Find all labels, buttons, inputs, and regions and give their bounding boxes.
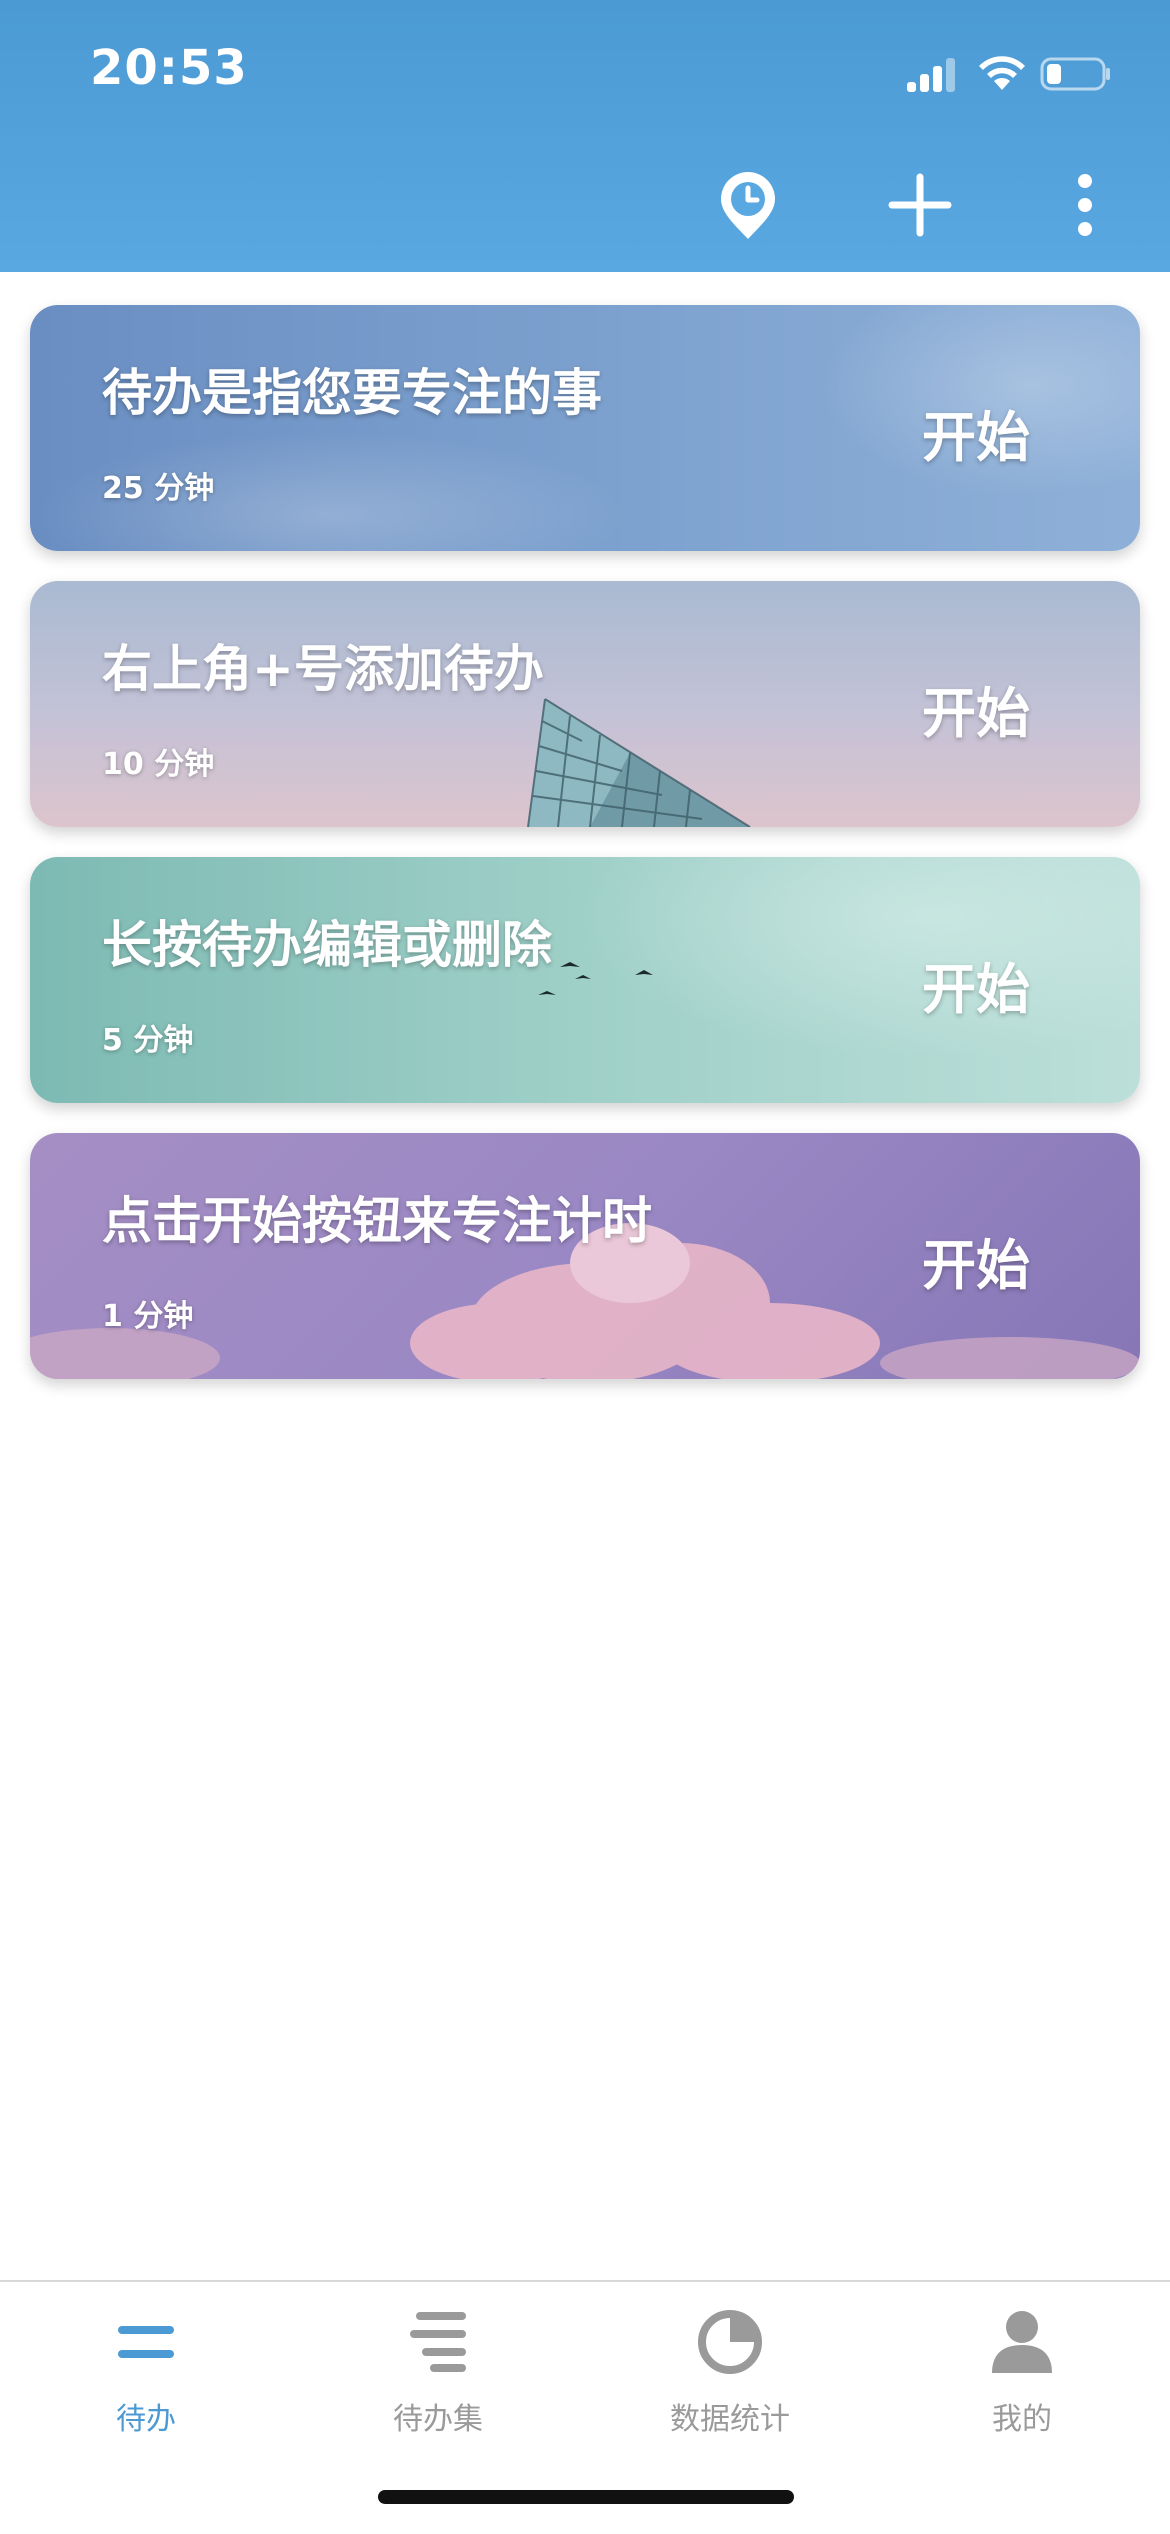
todo-title: 右上角+号添加待办 bbox=[102, 640, 544, 698]
tab-label: 我的 bbox=[992, 2402, 1052, 2437]
todo-collection-icon bbox=[398, 2302, 478, 2382]
todo-list-icon bbox=[106, 2302, 186, 2382]
tab-todo-collection[interactable]: 待办集 bbox=[292, 2302, 584, 2452]
more-button[interactable] bbox=[1045, 165, 1125, 245]
start-button[interactable]: 开始 bbox=[922, 393, 1030, 472]
todo-duration: 10 分钟 bbox=[102, 747, 215, 782]
pie-chart-icon bbox=[690, 2302, 770, 2382]
todo-card[interactable]: 长按待办编辑或删除 5 分钟 开始 bbox=[30, 857, 1140, 1103]
wifi-icon bbox=[979, 56, 1025, 90]
todo-card[interactable]: 右上角+号添加待办 10 分钟 开始 bbox=[30, 581, 1140, 827]
todo-card[interactable]: 待办是指您要专注的事 25 分钟 开始 bbox=[30, 305, 1140, 551]
plus-icon bbox=[888, 173, 952, 237]
home-indicator bbox=[378, 2490, 794, 2504]
tab-label: 数据统计 bbox=[670, 2402, 790, 2437]
timer-button[interactable] bbox=[708, 165, 788, 245]
app-header: 20:53 bbox=[0, 0, 1170, 272]
tab-label: 待办 bbox=[116, 2402, 176, 2437]
todo-duration: 1 分钟 bbox=[102, 1299, 194, 1334]
todo-title: 待办是指您要专注的事 bbox=[102, 364, 602, 422]
start-button[interactable]: 开始 bbox=[922, 669, 1030, 748]
start-button[interactable]: 开始 bbox=[922, 1221, 1030, 1300]
timer-pin-icon bbox=[721, 172, 775, 239]
todo-card[interactable]: 点击开始按钮来专注计时 1 分钟 开始 bbox=[30, 1133, 1140, 1379]
battery-icon bbox=[1040, 57, 1110, 91]
todo-duration: 5 分钟 bbox=[102, 1023, 194, 1058]
todo-title: 点击开始按钮来专注计时 bbox=[102, 1192, 652, 1250]
person-icon bbox=[982, 2302, 1062, 2382]
tab-todo[interactable]: 待办 bbox=[0, 2302, 292, 2452]
start-button[interactable]: 开始 bbox=[922, 945, 1030, 1024]
more-vertical-icon bbox=[1078, 174, 1092, 236]
todo-list: 待办是指您要专注的事 25 分钟 开始 右上角+号添加待办 10 分钟 开始 长… bbox=[30, 305, 1140, 1409]
tab-label: 待办集 bbox=[393, 2402, 483, 2437]
status-time: 20:53 bbox=[90, 40, 248, 96]
add-todo-button[interactable] bbox=[880, 165, 960, 245]
tab-profile[interactable]: 我的 bbox=[876, 2302, 1168, 2452]
todo-title: 长按待办编辑或删除 bbox=[102, 916, 552, 974]
todo-duration: 25 分钟 bbox=[102, 471, 215, 506]
cellular-signal-icon bbox=[907, 58, 955, 92]
tab-statistics[interactable]: 数据统计 bbox=[584, 2302, 876, 2452]
